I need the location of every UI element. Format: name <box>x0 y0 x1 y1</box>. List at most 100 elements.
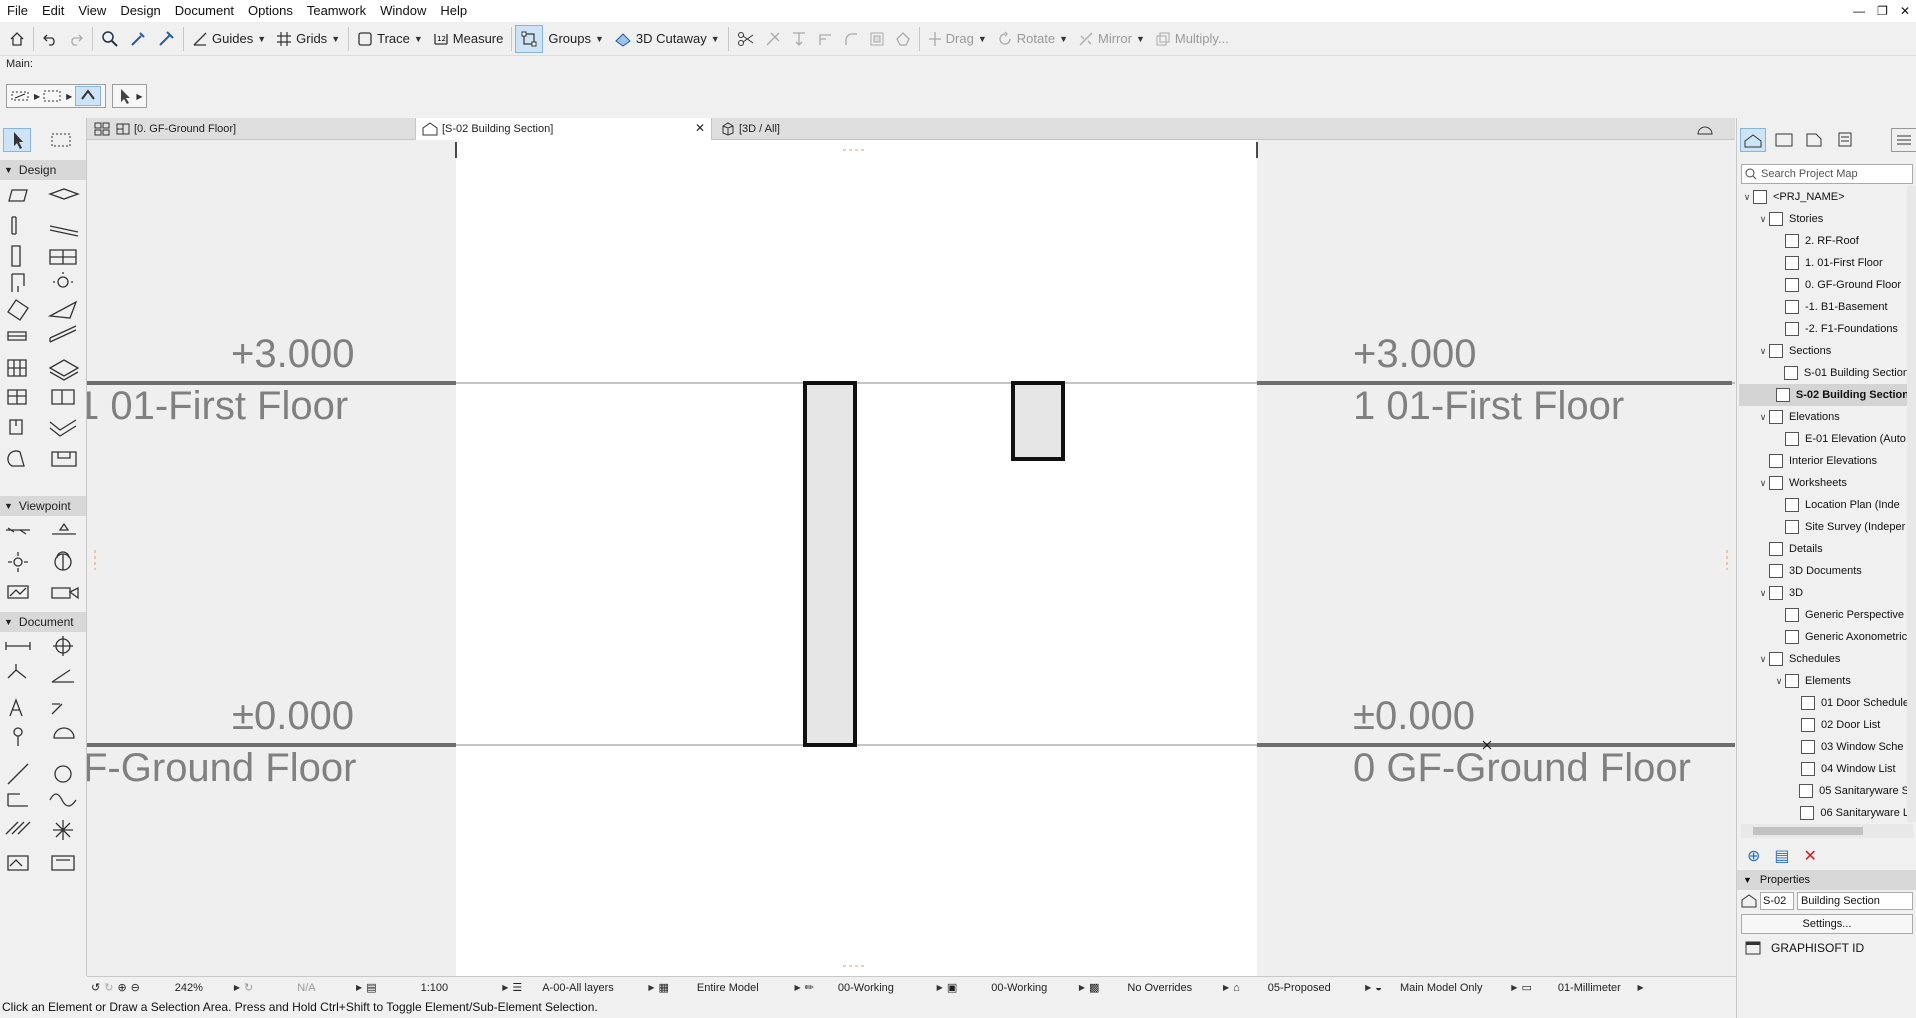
zoom-level[interactable]: 242% <box>144 977 234 999</box>
orientation[interactable]: ↻ N/A <box>240 977 356 999</box>
menu-options[interactable]: Options <box>241 0 300 22</box>
document-tools-grid[interactable] <box>0 634 86 894</box>
view-settings-icon[interactable]: ▤ <box>1774 846 1789 866</box>
project-map-item[interactable]: 1. 01-First Floor <box>1739 252 1909 274</box>
project-map-item[interactable]: ∨ Stories <box>1739 208 1909 230</box>
project-map-item[interactable]: 05 Sanitaryware S <box>1739 780 1909 802</box>
redo-button[interactable] <box>63 25 89 53</box>
tree-horizontal-scrollbar[interactable] <box>1741 824 1913 838</box>
close-icon[interactable]: ✕ <box>1900 4 1910 18</box>
viewpoint-tools-grid[interactable] <box>0 518 86 602</box>
properties-header[interactable]: ▼ Properties <box>1737 870 1916 890</box>
structural-display[interactable]: ◒ Main Model Only <box>1371 977 1511 999</box>
measure-button[interactable]: 12 Measure <box>428 25 509 53</box>
menu-teamwork[interactable]: Teamwork <box>300 0 373 22</box>
viewpoint-section-header[interactable]: ▼ Viewpoint <box>0 496 86 516</box>
project-map-item[interactable]: Generic Axonometric <box>1739 626 1909 648</box>
project-map-item[interactable]: S-02 Building Section <box>1739 384 1909 406</box>
project-map-item[interactable]: 2. RF-Roof <box>1739 230 1909 252</box>
guides-button[interactable]: Guides ▼ <box>187 25 271 53</box>
project-map-item[interactable]: 01 Door Schedule <box>1739 692 1909 714</box>
project-map-item[interactable]: ∨ <PRJ_NAME> <box>1739 186 1909 208</box>
beam-section[interactable] <box>1011 381 1065 461</box>
expand-toggle-icon[interactable]: ∨ <box>1773 676 1785 687</box>
dropdown-arrow-icon[interactable]: ▼ <box>595 34 604 44</box>
expand-toggle-icon[interactable]: ∨ <box>1757 346 1769 357</box>
project-map-item[interactable]: ∨ Elevations <box>1739 406 1909 428</box>
view-map-tab[interactable] <box>1772 128 1796 152</box>
project-map-item[interactable]: S-01 Building Section <box>1739 362 1909 384</box>
document-section-header[interactable]: ▼ Document <box>0 612 86 632</box>
settings-button[interactable]: Settings... <box>1741 914 1913 934</box>
project-map-item[interactable]: 06 Sanitaryware L <box>1739 802 1909 822</box>
expand-toggle-icon[interactable]: ∨ <box>1757 654 1769 665</box>
tab-ground-floor[interactable]: [0. GF-Ground Floor] <box>88 118 408 140</box>
project-map-item[interactable]: 3D Documents <box>1739 560 1909 582</box>
wall-section[interactable] <box>803 381 857 747</box>
dropdown-arrow-icon[interactable]: ▼ <box>1136 34 1145 44</box>
expand-toggle-icon[interactable]: ∨ <box>1757 214 1769 225</box>
restore-icon[interactable]: ❐ <box>1877 4 1888 18</box>
search-project-map[interactable]: Search Project Map <box>1741 164 1913 184</box>
graphic-overrides[interactable]: ▩ No Overrides <box>1085 977 1223 999</box>
project-map-item[interactable]: ∨ Sections <box>1739 340 1909 362</box>
expand-toggle-icon[interactable]: ∨ <box>1757 478 1769 489</box>
arrow-tool-control[interactable]: ▶ <box>112 84 148 108</box>
project-map-item[interactable]: ∨ Schedules <box>1739 648 1909 670</box>
project-map-item[interactable]: Location Plan (Inde <box>1739 494 1909 516</box>
project-map-item[interactable]: Details <box>1739 538 1909 560</box>
arrow-tool[interactable] <box>3 128 31 152</box>
project-map-item[interactable]: 02 Door List <box>1739 714 1909 736</box>
explode-button[interactable] <box>890 25 916 53</box>
minimize-icon[interactable]: — <box>1853 4 1865 18</box>
zoom-in-icon[interactable]: ⊕ <box>117 981 126 994</box>
grids-button[interactable]: Grids ▼ <box>271 25 345 53</box>
zoom-out-icon[interactable]: ⊖ <box>131 981 140 994</box>
groups-button[interactable]: Groups ▼ <box>543 25 609 53</box>
adjust-button[interactable] <box>786 25 812 53</box>
project-map-item[interactable]: -1. B1-Basement <box>1739 296 1909 318</box>
view-id-field[interactable]: S-02 <box>1760 892 1794 910</box>
project-map-item[interactable]: ∨ Elements <box>1739 670 1909 692</box>
trim-button[interactable] <box>732 25 760 53</box>
expand-toggle-icon[interactable]: ∨ <box>1757 412 1769 423</box>
dropdown-arrow-icon[interactable]: ▼ <box>331 34 340 44</box>
3d-cutaway-button[interactable]: 3D Cutaway ▼ <box>609 25 725 53</box>
inject-button[interactable] <box>152 25 180 53</box>
publisher-sets-tab[interactable] <box>1833 128 1857 152</box>
project-map-item[interactable]: ∨ Worksheets <box>1739 472 1909 494</box>
quick-select-toggle[interactable] <box>75 86 102 106</box>
pick-up-button[interactable] <box>124 25 152 53</box>
menu-help[interactable]: Help <box>433 0 474 22</box>
project-map-item[interactable]: Site Survey (Indeper <box>1739 516 1909 538</box>
pen-set[interactable]: ✏ 00-Working <box>801 977 937 999</box>
tree-vertical-scrollbar[interactable] <box>1907 186 1916 822</box>
dropdown-arrow-icon[interactable]: ▼ <box>1059 34 1068 44</box>
renovation-filter[interactable]: ⌂ 05-Proposed <box>1229 977 1365 999</box>
project-map-item[interactable]: Interior Elevations <box>1739 450 1909 472</box>
dropdown-arrow-icon[interactable]: ▼ <box>978 34 987 44</box>
marquee-tool[interactable] <box>48 128 76 152</box>
selection-method-control[interactable]: ▶ ▶ <box>6 84 107 108</box>
layout-book-tab[interactable] <box>1802 128 1826 152</box>
dropdown-arrow-icon[interactable]: ▼ <box>257 34 266 44</box>
dropdown-arrow-icon[interactable]: ▼ <box>414 34 423 44</box>
back-icon[interactable]: ↺ <box>91 981 100 994</box>
menu-design[interactable]: Design <box>113 0 167 22</box>
project-map-item[interactable]: 0. GF-Ground Floor <box>1739 274 1909 296</box>
close-tab-icon[interactable]: ✕ <box>695 121 705 135</box>
split-button[interactable] <box>760 25 786 53</box>
expand-toggle-icon[interactable]: ∨ <box>1757 588 1769 599</box>
multiply-button[interactable]: Multiply... <box>1150 25 1234 53</box>
graphisoft-id-bar[interactable]: GRAPHISOFT ID <box>1737 938 1916 958</box>
menu-view[interactable]: View <box>71 0 113 22</box>
project-map-item[interactable]: 04 Window List <box>1739 758 1909 780</box>
project-map-item[interactable]: -2. F1-Foundations <box>1739 318 1909 340</box>
scale-control[interactable]: ▤ 1:100 <box>362 977 502 999</box>
project-map-item[interactable]: E-01 Elevation (Auto <box>1739 428 1909 450</box>
model-filter[interactable]: ▦ Entire Model <box>655 977 795 999</box>
project-map-item[interactable]: ∨ 3D <box>1739 582 1909 604</box>
view-name-field[interactable]: Building Section <box>1797 892 1913 910</box>
menu-document[interactable]: Document <box>168 0 241 22</box>
project-map-item[interactable]: Generic Perspective <box>1739 604 1909 626</box>
